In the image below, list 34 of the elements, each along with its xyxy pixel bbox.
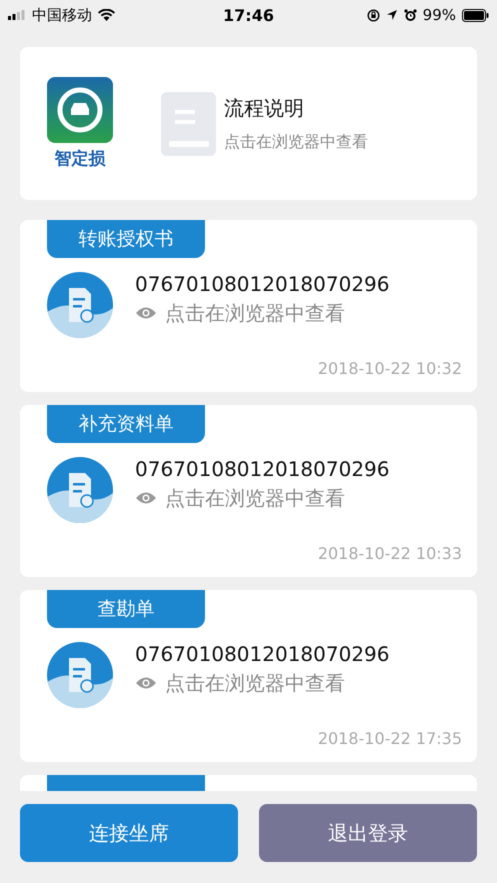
status-time: 17:46 xyxy=(222,6,275,24)
view-in-browser-link[interactable]: 点击在浏览器中查看 xyxy=(165,300,345,326)
document-card[interactable]: 查勘单 07670108012018070296 点击在浏览器中查看 2018-10-22 17:35 xyxy=(20,590,477,762)
logout-button[interactable]: 退出登录 xyxy=(259,804,477,862)
wifi-icon xyxy=(98,9,115,21)
eye-icon xyxy=(135,676,157,690)
document-card[interactable]: 转账授权书 07670108012018070296 点击在浏览器中查看 2018-10-22 10:32 xyxy=(20,220,477,392)
card-subtitle: 点击在浏览器中查看 xyxy=(224,132,368,152)
app-logo-text: 智定损 xyxy=(54,148,106,170)
document-time: 2018-10-22 10:33 xyxy=(318,544,462,563)
connect-agent-button[interactable]: 连接坐席 xyxy=(20,804,238,862)
info-card[interactable]: 智定损 流程说明 点击在浏览器中查看 xyxy=(20,47,477,200)
document-time: 2018-10-22 10:32 xyxy=(318,359,462,378)
rotation-lock-icon xyxy=(366,8,380,22)
document-number: 07670108012018070296 xyxy=(135,642,390,666)
signal-icon xyxy=(8,10,26,20)
view-in-browser-link[interactable]: 点击在浏览器中查看 xyxy=(165,484,345,512)
eye-icon xyxy=(135,306,157,320)
document-tag: 转账授权书 xyxy=(47,220,205,258)
document-number: 07670108012018070296 xyxy=(135,456,390,480)
document-tag: 查勘单 xyxy=(47,590,205,628)
battery-percent: 99% xyxy=(422,6,456,24)
app-logo-icon xyxy=(47,77,113,143)
view-in-browser-link[interactable]: 点击在浏览器中查看 xyxy=(165,670,345,696)
battery-icon xyxy=(462,8,489,22)
location-icon xyxy=(386,9,398,21)
eye-icon xyxy=(135,491,157,505)
card-title: 流程说明 xyxy=(224,94,305,122)
document-tag: 补充资料单 xyxy=(47,405,205,443)
document-card[interactable]: 补充资料单 07670108012018070296 点击在浏览器中查看 2018-10-22 10:33 xyxy=(20,405,477,577)
document-number: 07670108012018070296 xyxy=(135,272,390,296)
alarm-icon xyxy=(404,8,417,22)
document-time: 2018-10-22 17:35 xyxy=(318,729,462,748)
carrier-name: 中国移动 xyxy=(32,6,92,24)
